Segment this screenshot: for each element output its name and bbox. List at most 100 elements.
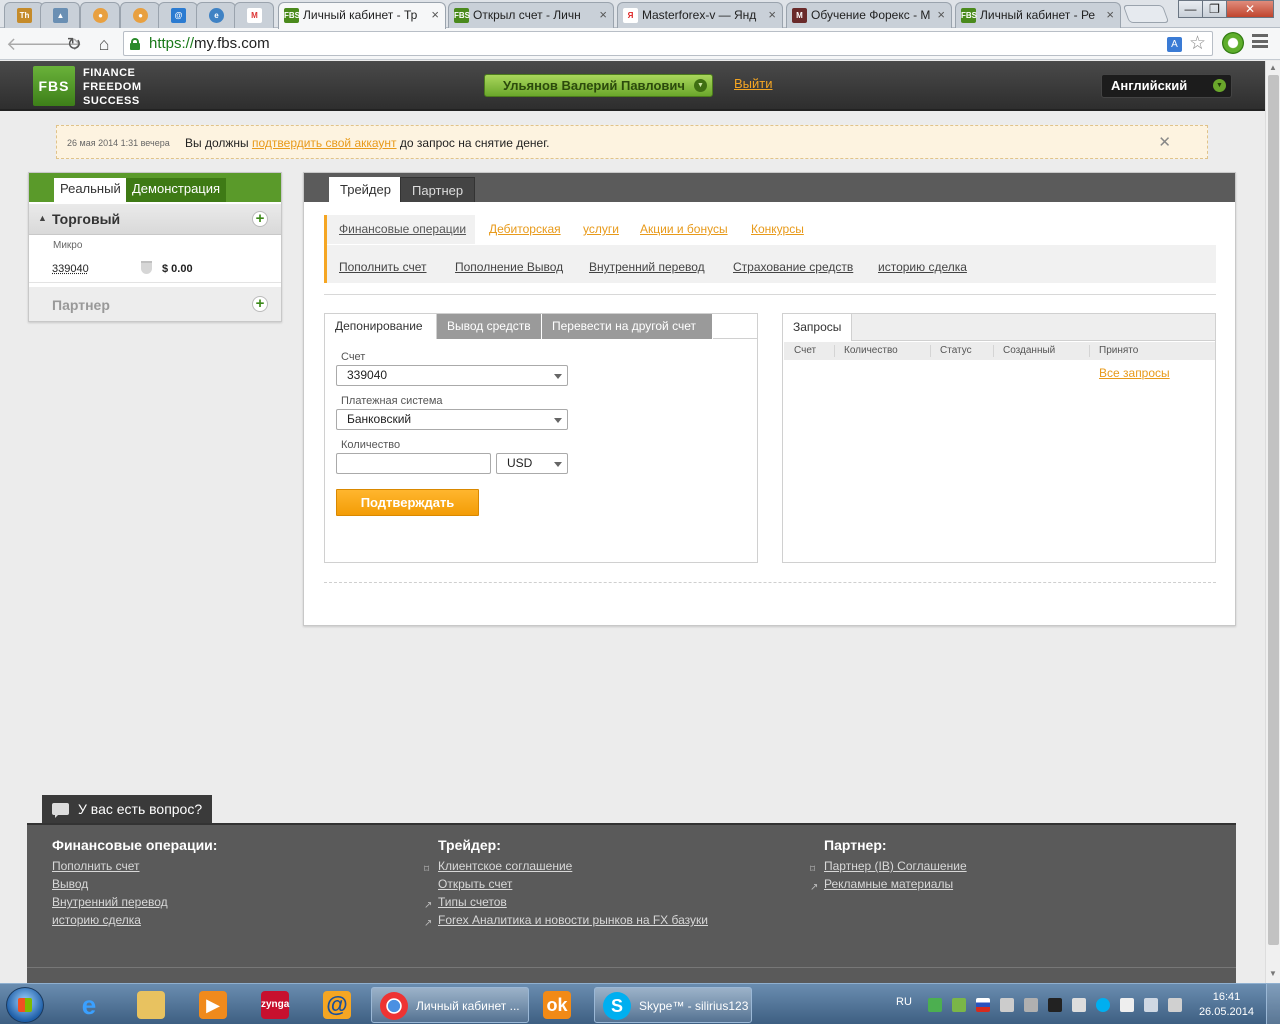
tab-close-icon[interactable]: × <box>768 3 776 27</box>
clock[interactable]: 16:41 26.05.2014 <box>1199 990 1254 1020</box>
tab-withdraw[interactable]: Вывод средств <box>437 314 542 339</box>
scroll-down-arrow-icon[interactable]: ▼ <box>1269 969 1277 978</box>
currency-select[interactable]: USD <box>496 453 568 474</box>
back-button[interactable]: 🡐 <box>6 32 54 56</box>
show-desktop-button[interactable] <box>1266 984 1280 1024</box>
chrome-task-button[interactable]: Личный кабинет ... <box>371 987 529 1023</box>
minimize-button[interactable]: — <box>1178 0 1203 18</box>
subnav-insurance[interactable]: Страхование средств <box>733 260 853 274</box>
footer-link[interactable]: Открыть счет <box>438 875 708 893</box>
tab-transfer[interactable]: Перевести на другой счет <box>542 314 713 339</box>
maximize-button[interactable]: ❐ <box>1202 0 1227 18</box>
pinned-tab-1[interactable]: Th <box>4 2 44 28</box>
pinned-tab-5[interactable]: @ <box>158 2 198 28</box>
skype-task-button[interactable]: S Skype™ - silirius123 <box>594 987 752 1023</box>
subnav-contests[interactable]: Конкурсы <box>751 222 804 236</box>
browser-menu-icon[interactable] <box>1252 34 1268 48</box>
tab-deposit[interactable]: Депонирование <box>325 314 437 339</box>
new-tab-button[interactable] <box>1122 5 1170 23</box>
help-question-button[interactable]: У вас есть вопрос? <box>42 795 212 823</box>
logout-link[interactable]: Выйти <box>734 76 773 91</box>
language-select[interactable]: Английский ▼ <box>1101 74 1232 98</box>
footer-link[interactable]: историю сделка <box>52 911 217 929</box>
pinned-tab-7[interactable]: M <box>234 2 274 28</box>
tab[interactable]: FBS Открыл счет - Личн × <box>448 2 614 28</box>
tab-trader[interactable]: Трейдер <box>329 177 402 202</box>
media-player-taskbar-button[interactable]: ▶ <box>188 987 238 1023</box>
reload-button[interactable]: ↻ <box>62 32 86 56</box>
subnav-services[interactable]: услуги <box>583 222 619 236</box>
scroll-up-arrow-icon[interactable]: ▲ <box>1269 63 1277 72</box>
subnav-history[interactable]: историю сделка <box>878 260 967 274</box>
trading-section-header[interactable]: ▲ Торговый + <box>29 204 281 235</box>
partner-section-header[interactable]: Партнер + <box>29 287 281 321</box>
tab-requests[interactable]: Запросы <box>783 314 853 341</box>
user-menu-button[interactable]: Ульянов Валерий Павлович ▼ <box>484 74 713 97</box>
account-row[interactable]: 339040 $ 0.00 <box>29 255 281 283</box>
action-center-icon[interactable] <box>1120 998 1134 1012</box>
close-icon[interactable]: ✕ <box>1158 133 1171 151</box>
address-bar[interactable]: https://my.fbs.com A ☆ <box>123 31 1213 56</box>
flag-tray-icon[interactable] <box>976 998 990 1012</box>
subnav-financial-ops[interactable]: Финансовые операции <box>327 215 476 244</box>
extension-icon[interactable] <box>1222 32 1244 54</box>
footer-link[interactable]: ⌑ Клиентское соглашение <box>424 857 708 875</box>
confirm-button[interactable]: Подтверждать <box>336 489 479 516</box>
translate-icon[interactable]: A <box>1167 37 1182 52</box>
input-language[interactable]: RU <box>896 996 912 1008</box>
mail-taskbar-button[interactable]: @ <box>312 987 362 1023</box>
window-close-button[interactable]: ✕ <box>1226 0 1274 18</box>
verify-account-link[interactable]: подтвердить свой аккаунт <box>252 136 397 150</box>
monitor-tray-icon[interactable] <box>1048 998 1062 1012</box>
home-button[interactable]: ⌂ <box>92 32 116 56</box>
footer-link[interactable]: ↗ Forex Аналитика и новости рынков на FX … <box>424 911 708 929</box>
subnav-receivables[interactable]: Дебиторская <box>489 222 561 236</box>
pinned-tab-6[interactable]: e <box>196 2 236 28</box>
add-partner-icon[interactable]: + <box>252 296 268 312</box>
tab-partner[interactable]: Партнер <box>400 177 476 202</box>
tab-close-icon[interactable]: × <box>1106 3 1114 27</box>
amount-input[interactable] <box>336 453 491 474</box>
footer-link[interactable]: ↗ Типы счетов <box>424 893 708 911</box>
pinned-tab-2[interactable]: ▲ <box>40 2 80 28</box>
volume-icon[interactable] <box>1072 998 1086 1012</box>
zynga-taskbar-button[interactable]: zynga <box>250 987 300 1023</box>
speaker-icon[interactable] <box>1168 998 1182 1012</box>
account-select[interactable]: 339040 <box>336 365 568 386</box>
network-icon[interactable] <box>1144 998 1158 1012</box>
ie-taskbar-button[interactable]: e <box>64 987 114 1023</box>
tab[interactable]: FBS Личный кабинет - Ре × <box>955 2 1121 28</box>
payment-system-select[interactable]: Банковский <box>336 409 568 430</box>
subnav-withdraw[interactable]: Пополнение Вывод <box>455 260 563 274</box>
footer-link[interactable]: ↗ Рекламные материалы <box>810 875 967 893</box>
skype-tray-icon[interactable] <box>1096 998 1110 1012</box>
odnoklassniki-taskbar-button[interactable]: ok <box>532 987 582 1023</box>
tab-demo[interactable]: Демонстрация <box>126 178 227 202</box>
subnav-internal-transfer[interactable]: Внутренний перевод <box>589 260 705 274</box>
account-number[interactable]: 339040 <box>52 263 89 275</box>
all-requests-link[interactable]: Все запросы <box>1099 366 1170 380</box>
start-button[interactable] <box>6 987 44 1023</box>
forward-button[interactable]: 🡒 <box>34 32 82 56</box>
security-tray-icon[interactable] <box>928 998 942 1012</box>
footer-link[interactable]: ⌑ Партнер (IB) Соглашение <box>810 857 967 875</box>
footer-link[interactable]: Вывод <box>52 875 217 893</box>
subnav-deposit[interactable]: Пополнить счет <box>339 260 427 274</box>
subnav-promotions[interactable]: Акции и бонусы <box>640 222 728 236</box>
pinned-tab-3[interactable]: ● <box>80 2 120 28</box>
update-tray-icon[interactable] <box>952 998 966 1012</box>
bookmark-star-icon[interactable]: ☆ <box>1189 32 1206 56</box>
tab-close-icon[interactable]: × <box>599 3 607 27</box>
scrollbar-thumb[interactable] <box>1268 75 1279 945</box>
explorer-taskbar-button[interactable] <box>126 987 176 1023</box>
page-scrollbar[interactable]: ▲ ▼ <box>1265 61 1280 983</box>
tab[interactable]: M Обучение Форекс - М × <box>786 2 952 28</box>
fbs-logo[interactable]: FBS <box>33 66 75 106</box>
pinned-tab-4[interactable]: ● <box>120 2 160 28</box>
footer-link[interactable]: Пополнить счет <box>52 857 217 875</box>
tab-active[interactable]: FBS Личный кабинет - Тр × <box>278 2 446 29</box>
tab-real[interactable]: Реальный <box>54 178 127 202</box>
tab-close-icon[interactable]: × <box>937 3 945 27</box>
add-account-icon[interactable]: + <box>252 211 268 227</box>
settings-tray-icon[interactable] <box>1000 998 1014 1012</box>
